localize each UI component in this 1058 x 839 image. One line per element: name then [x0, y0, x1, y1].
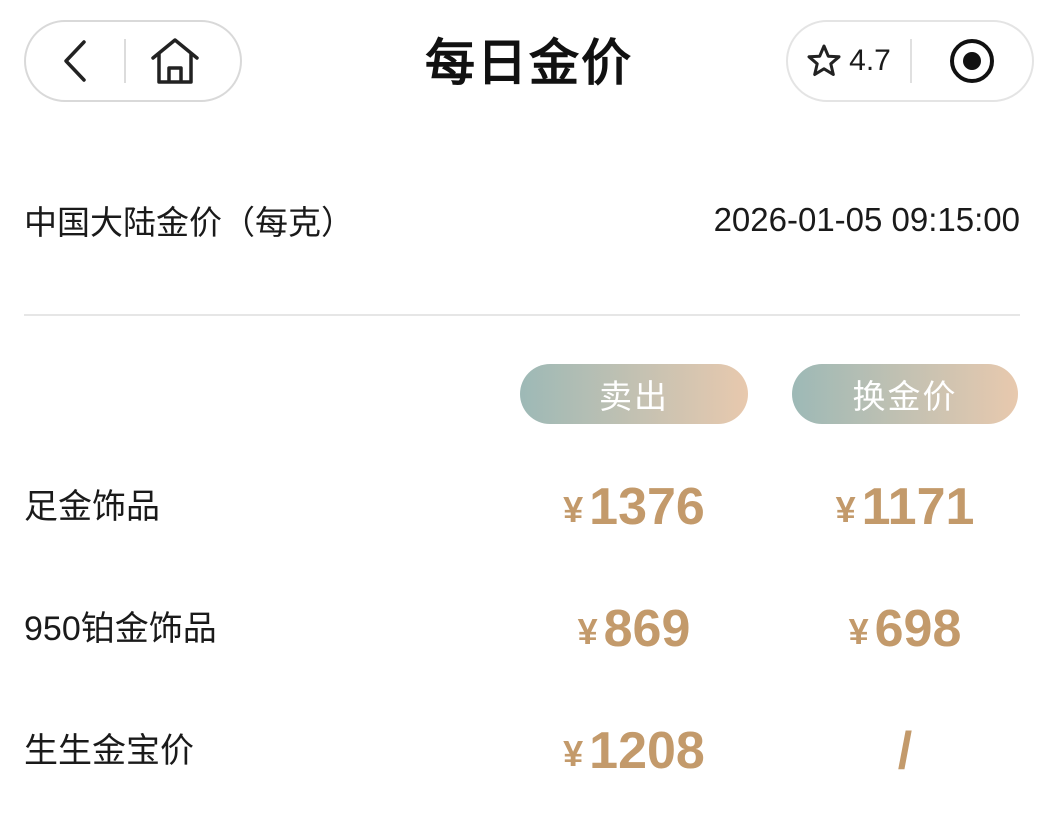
sell-price-value: 1376 [589, 478, 705, 536]
sell-column-tab[interactable]: 卖出 [520, 364, 748, 424]
region-info: 中国大陆金价（每克） 2026-01-05 09:15:00 [24, 190, 1020, 250]
home-button[interactable] [126, 22, 224, 100]
currency-symbol: ¥ [835, 489, 856, 530]
rating-button[interactable]: 4.7 [788, 22, 910, 100]
rating-value: 4.7 [849, 44, 891, 77]
price-row: 生生金宝价 ¥1208 / [24, 711, 1020, 791]
price-row: 950铂金饰品 ¥869 ¥698 [24, 589, 1020, 669]
exchange-price: ¥1171 [792, 467, 1018, 547]
home-icon [151, 38, 199, 84]
exchange-column-tab[interactable]: 换金价 [792, 364, 1018, 424]
sell-price-value: 1208 [589, 722, 705, 780]
sell-price: ¥869 [520, 589, 748, 669]
sell-price: ¥1208 [520, 711, 748, 791]
section-divider [24, 314, 1020, 316]
sell-price: ¥1376 [520, 467, 748, 547]
sell-price-value: 869 [603, 600, 691, 658]
exchange-price-value: 1171 [861, 478, 975, 536]
mini-program-capsule: 4.7 [786, 20, 1034, 102]
exchange-price-value: / [897, 722, 913, 780]
exchange-price: ¥698 [792, 589, 1018, 669]
back-button[interactable] [26, 22, 124, 100]
star-outline-icon [807, 44, 841, 76]
currency-symbol: ¥ [848, 611, 869, 652]
update-time: 2026-01-05 09:15:00 [713, 201, 1020, 238]
close-mini-program-button[interactable] [912, 22, 1032, 100]
exchange-price-value: 698 [874, 600, 962, 658]
region-label: 中国大陆金价（每克） [24, 204, 354, 241]
nav-capsule [24, 20, 242, 102]
price-row: 足金饰品 ¥1376 ¥1171 [24, 467, 1020, 547]
item-name: 生生金宝价 [24, 732, 194, 770]
item-name: 950铂金饰品 [24, 610, 217, 648]
exchange-price: / [792, 711, 1018, 791]
chevron-left-icon [64, 40, 86, 82]
currency-symbol: ¥ [577, 611, 598, 652]
currency-symbol: ¥ [563, 489, 584, 530]
currency-symbol: ¥ [563, 733, 584, 774]
target-icon [950, 39, 994, 83]
item-name: 足金饰品 [24, 488, 160, 526]
